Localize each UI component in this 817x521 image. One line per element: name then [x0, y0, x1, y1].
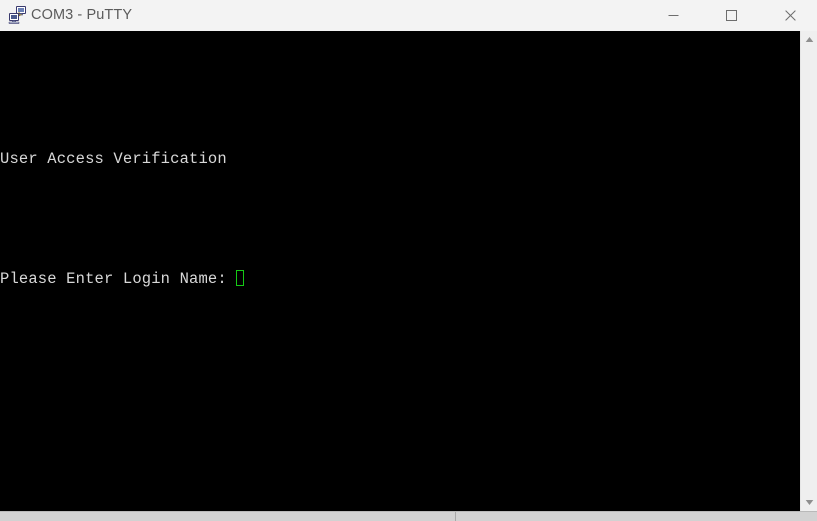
title-bar[interactable]: COM3 - PuTTY: [0, 0, 817, 31]
terminal-output: User Access Verification Please Enter Lo…: [0, 31, 245, 329]
putty-window: COM3 - PuTTY User Access Verification Pl…: [0, 0, 817, 521]
terminal-prompt-label: Please Enter Login Name:: [0, 270, 237, 288]
scroll-up-arrow-button[interactable]: [801, 31, 817, 48]
minimize-icon: [668, 15, 678, 16]
close-button[interactable]: [767, 0, 813, 31]
bottom-edge-divider: [455, 512, 456, 521]
close-icon: [784, 10, 796, 21]
scrollbar-track[interactable]: [801, 48, 817, 494]
terminal-line-user-access-verification: User Access Verification: [0, 150, 227, 168]
chevron-down-icon: [805, 500, 813, 505]
terminal-prompt-line: Please Enter Login Name:: [0, 269, 245, 289]
terminal-cursor: [236, 270, 245, 286]
minimize-button[interactable]: [650, 0, 696, 31]
chevron-up-icon: [805, 37, 813, 42]
scroll-down-arrow-button[interactable]: [801, 494, 817, 511]
window-title: COM3 - PuTTY: [31, 7, 133, 23]
terminal-scrollbar[interactable]: [800, 31, 817, 511]
window-bottom-edge: [0, 511, 817, 521]
maximize-button[interactable]: [708, 0, 754, 31]
putty-terminal-icon: [8, 5, 28, 25]
maximize-icon: [725, 10, 737, 21]
terminal-screen[interactable]: User Access Verification Please Enter Lo…: [0, 31, 800, 511]
